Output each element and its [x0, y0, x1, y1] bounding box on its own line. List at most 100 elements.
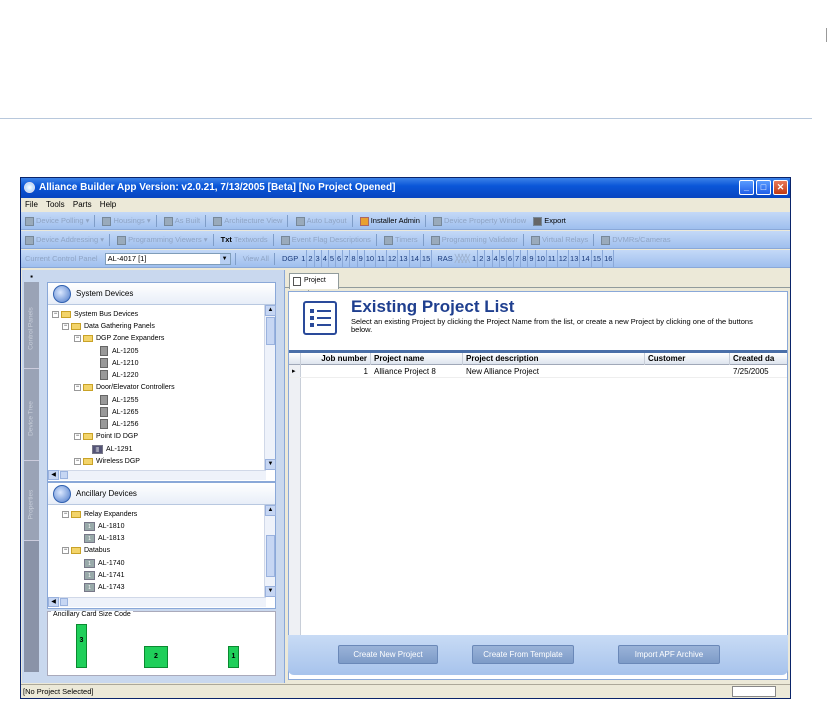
column-header-project-name[interactable]: Project name [371, 353, 463, 365]
system-tree-vertical-scrollbar[interactable]: ▲ ▼ [264, 305, 276, 470]
as-built-button[interactable]: As Built [163, 212, 200, 229]
ras-5-button[interactable]: 5 [500, 250, 507, 267]
dgp-11-button[interactable]: 11 [376, 250, 387, 267]
dgp-2-button[interactable]: 2 [307, 250, 315, 267]
column-header-job-number[interactable]: Job number [301, 353, 371, 365]
system-tree-horizontal-scrollbar[interactable]: ◀ [48, 470, 266, 480]
dgp-3-button[interactable]: 3 [315, 250, 322, 267]
tab-project-list[interactable]: Project List [289, 273, 339, 298]
ras-11-button[interactable]: 11 [547, 250, 558, 267]
dgp-1-button[interactable]: 1 [300, 250, 308, 267]
virtual-relays-button[interactable]: Virtual Relays [531, 231, 588, 248]
tree-node-al-1810[interactable]: 1 AL-1810 [84, 521, 124, 533]
ancillary-tree-horizontal-scrollbar[interactable]: ◀ [48, 597, 266, 607]
tree-node-al-1741[interactable]: 1 AL-1741 [84, 570, 124, 582]
ras-6-button[interactable]: 6 [507, 250, 515, 267]
textwords-button[interactable]: Txt Textwords [221, 231, 268, 248]
column-header-created-date[interactable]: Created da [730, 353, 787, 365]
dgp-6-button[interactable]: 6 [336, 250, 344, 267]
ras-1-button[interactable]: 1 [471, 250, 479, 267]
ras-9-button[interactable]: 9 [528, 250, 536, 267]
dgp-10-button[interactable]: 10 [365, 250, 377, 267]
dgp-8-button[interactable]: 8 [350, 250, 358, 267]
dgp-9-button[interactable]: 9 [358, 250, 365, 267]
programming-viewers-button[interactable]: Programming Viewers ▾ [117, 231, 208, 248]
installer-admin-button[interactable]: Installer Admin [359, 212, 420, 229]
tree-node-system-bus-devices[interactable]: − System Bus Devices [52, 309, 138, 321]
ancillary-devices-icon [53, 485, 71, 503]
device-polling-button[interactable]: Device Polling ▾ [25, 212, 89, 229]
tree-node-point-id-dgp[interactable]: − Point ID DGP [74, 431, 138, 443]
menu-tools[interactable]: Tools [46, 200, 65, 209]
column-header-customer[interactable]: Customer [645, 353, 730, 365]
ras-7-button[interactable]: 7 [514, 250, 522, 267]
export-button[interactable]: Export [533, 212, 566, 229]
event-flag-descriptions-button[interactable]: Event Flag Descriptions [280, 231, 371, 248]
tree-node-al-1740[interactable]: 1 AL-1740 [84, 558, 124, 570]
create-new-project-button[interactable]: Create New Project [338, 645, 438, 664]
right-panel: Project List Existing Project List Selec… [285, 270, 790, 683]
ras-12-button[interactable]: 12 [558, 250, 570, 267]
programming-validator-button[interactable]: Programming Validator [430, 231, 518, 248]
view-all-button[interactable]: View All [243, 250, 269, 267]
control-panel-select[interactable]: AL-4017 [1] ▼ [104, 253, 231, 266]
tree-node-dgp-zone-expanders[interactable]: − DGP Zone Expanders [74, 333, 164, 345]
ancillary-tree-vertical-scrollbar[interactable]: ▲ ▼ [264, 505, 276, 597]
housings-button[interactable]: Housings ▾ [102, 212, 151, 229]
maximize-button[interactable]: □ [756, 180, 771, 195]
ras-16-button[interactable]: 16 [603, 250, 615, 267]
menu-parts[interactable]: Parts [73, 200, 92, 209]
tree-node-al-1743[interactable]: 1 AL-1743 [84, 582, 124, 594]
timers-button[interactable]: Timers [384, 231, 418, 248]
ras-15-button[interactable]: 15 [592, 250, 604, 267]
tree-node-al-1220[interactable]: AL-1220 [100, 370, 138, 382]
dgp-14-button[interactable]: 14 [410, 250, 421, 267]
menu-file[interactable]: File [25, 200, 38, 209]
architecture-view-button[interactable]: Architecture View [213, 212, 282, 229]
auto-layout-button[interactable]: Auto Layout [295, 212, 347, 229]
column-header-project-description[interactable]: Project description [463, 353, 645, 365]
ras-3-button[interactable]: 3 [485, 250, 493, 267]
menu-help[interactable]: Help [100, 200, 116, 209]
list-icon [303, 301, 337, 335]
cell-project-name[interactable]: Alliance Project 8 [371, 366, 436, 377]
tree-node-al-1210[interactable]: AL-1210 [100, 358, 138, 370]
create-from-template-button[interactable]: Create From Template [472, 645, 574, 664]
tree-node-al-1205[interactable]: AL-1205 [100, 346, 138, 358]
table-row[interactable]: ▸ 1 Alliance Project 8 New Alliance Proj… [289, 366, 787, 378]
device-addressing-button[interactable]: Device Addressing ▾ [25, 231, 104, 248]
ras-14-button[interactable]: 14 [580, 250, 592, 267]
page-description: Select an existing Project by clicking t… [351, 317, 753, 334]
ras-13-button[interactable]: 13 [569, 250, 581, 267]
tree-node-wireless-dgp[interactable]: − Wireless DGP [74, 456, 140, 468]
tree-node-al-1256[interactable]: AL-1256 [100, 419, 138, 431]
dgp-13-button[interactable]: 13 [398, 250, 410, 267]
dgp-15-button[interactable]: 15 [421, 250, 433, 267]
tree-node-al-1291[interactable]: ||| AL-1291 [92, 444, 132, 456]
dgp-12-button[interactable]: 12 [387, 250, 399, 267]
tab-control-panels[interactable]: Control Panels [24, 282, 39, 369]
pin-icon[interactable]: ▪ [25, 272, 38, 281]
dgp-4-button[interactable]: 4 [322, 250, 329, 267]
tab-properties[interactable]: Properties [24, 461, 39, 541]
tree-node-relay-expanders[interactable]: − Relay Expanders [62, 509, 137, 521]
dvmrs-cameras-button[interactable]: DVMRs/Cameras [601, 231, 671, 248]
tree-node-al-1255[interactable]: AL-1255 [100, 395, 138, 407]
tab-device-tree[interactable]: Device Tree [24, 369, 39, 461]
tree-node-door-elevator-controllers[interactable]: − Door/Elevator Controllers [74, 382, 175, 394]
tree-node-al-1813[interactable]: 1 AL-1813 [84, 533, 124, 545]
minimize-button[interactable]: _ [739, 180, 754, 195]
close-button[interactable]: ✕ [773, 180, 788, 195]
device-property-window-button[interactable]: Device Property Window [433, 212, 526, 229]
ras-2-button[interactable]: 2 [478, 250, 486, 267]
ras-4-button[interactable]: 4 [493, 250, 500, 267]
ras-8-button[interactable]: 8 [521, 250, 529, 267]
tree-node-data-gathering-panels[interactable]: − Data Gathering Panels [62, 321, 155, 333]
tab-strip: Project List [285, 270, 790, 298]
dgp-5-button[interactable]: 5 [329, 250, 337, 267]
tree-node-databus[interactable]: − Databus [62, 545, 110, 557]
import-apf-archive-button[interactable]: Import APF Archive [618, 645, 720, 664]
ras-10-button[interactable]: 10 [536, 250, 547, 267]
tree-node-al-1265[interactable]: AL-1265 [100, 407, 138, 419]
dgp-7-button[interactable]: 7 [343, 250, 351, 267]
